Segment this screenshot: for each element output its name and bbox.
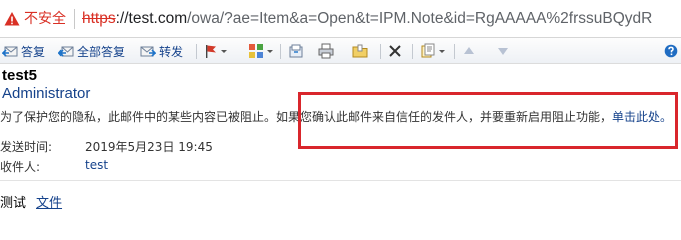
print-icon (318, 43, 334, 59)
message-options-icon (421, 43, 435, 58)
forward-label: 转发 (159, 44, 184, 59)
message-body: 测试 文件 (0, 192, 62, 211)
toolbar-separator (412, 44, 413, 59)
categories-icon (249, 44, 263, 58)
reply-icon (2, 46, 18, 57)
chevron-down-icon (221, 49, 227, 53)
highlight-annotation-box (298, 92, 678, 149)
sent-time-label: 发送时间: (0, 140, 53, 154)
move-to-folder-button[interactable] (288, 42, 304, 60)
open-folder-button[interactable] (352, 42, 368, 60)
reply-button[interactable]: 答复 (2, 42, 45, 60)
arrow-down-icon (498, 48, 508, 55)
print-button[interactable] (318, 42, 334, 60)
forward-icon (140, 46, 156, 57)
previous-item-button[interactable] (462, 42, 476, 60)
sent-time-value: 2019年5月23日 19:45 (85, 140, 213, 154)
arrow-up-icon (464, 47, 474, 54)
close-icon (389, 45, 401, 57)
chevron-down-icon (439, 49, 445, 53)
toolbar-separator (380, 44, 381, 59)
delete-button[interactable] (388, 42, 402, 60)
recipient-value[interactable]: test (85, 158, 108, 172)
forward-button[interactable]: 转发 (140, 42, 183, 60)
url-scheme: https (82, 10, 116, 27)
security-status-label[interactable]: 不安全 (24, 11, 66, 27)
next-item-button[interactable] (496, 42, 510, 60)
chevron-down-icon (267, 49, 273, 53)
message-sender[interactable]: Administrator (2, 85, 90, 102)
message-subject: test5 (2, 67, 38, 84)
recipient-label: 收件人: (0, 160, 41, 174)
message-options-button[interactable] (420, 42, 445, 60)
url-host: ://test.com (115, 10, 188, 27)
url-path: /owa/?ae=Item&a=Open&t=IPM.Note&id=RgAAA… (187, 10, 653, 27)
reply-all-button[interactable]: 全部答复 (58, 42, 125, 60)
follow-up-flag-button[interactable] (204, 42, 227, 60)
url-text[interactable]: https://test.com/owa/?ae=Item&a=Open&t=I… (82, 10, 652, 28)
reply-all-label: 全部答复 (77, 44, 126, 59)
header-divider (0, 180, 681, 181)
toolbar-separator (196, 44, 197, 59)
address-divider (74, 9, 75, 29)
flag-icon (206, 45, 216, 58)
toolbar-separator (454, 44, 455, 59)
reply-label: 答复 (21, 44, 46, 59)
help-icon (664, 44, 678, 58)
message-toolbar: 答复 全部答复 转发 (0, 38, 681, 64)
move-icon (289, 44, 303, 58)
toolbar-separator (280, 44, 281, 59)
body-text: 测试 (0, 196, 27, 211)
categories-button[interactable] (248, 42, 273, 60)
attachment-link[interactable]: 文件 (36, 196, 62, 211)
warning-icon (4, 12, 20, 26)
help-button[interactable] (664, 42, 678, 60)
folder-icon (352, 44, 368, 58)
address-bar[interactable]: 不安全 https://test.com/owa/?ae=Item&a=Open… (0, 0, 681, 38)
reply-all-icon (58, 46, 74, 57)
